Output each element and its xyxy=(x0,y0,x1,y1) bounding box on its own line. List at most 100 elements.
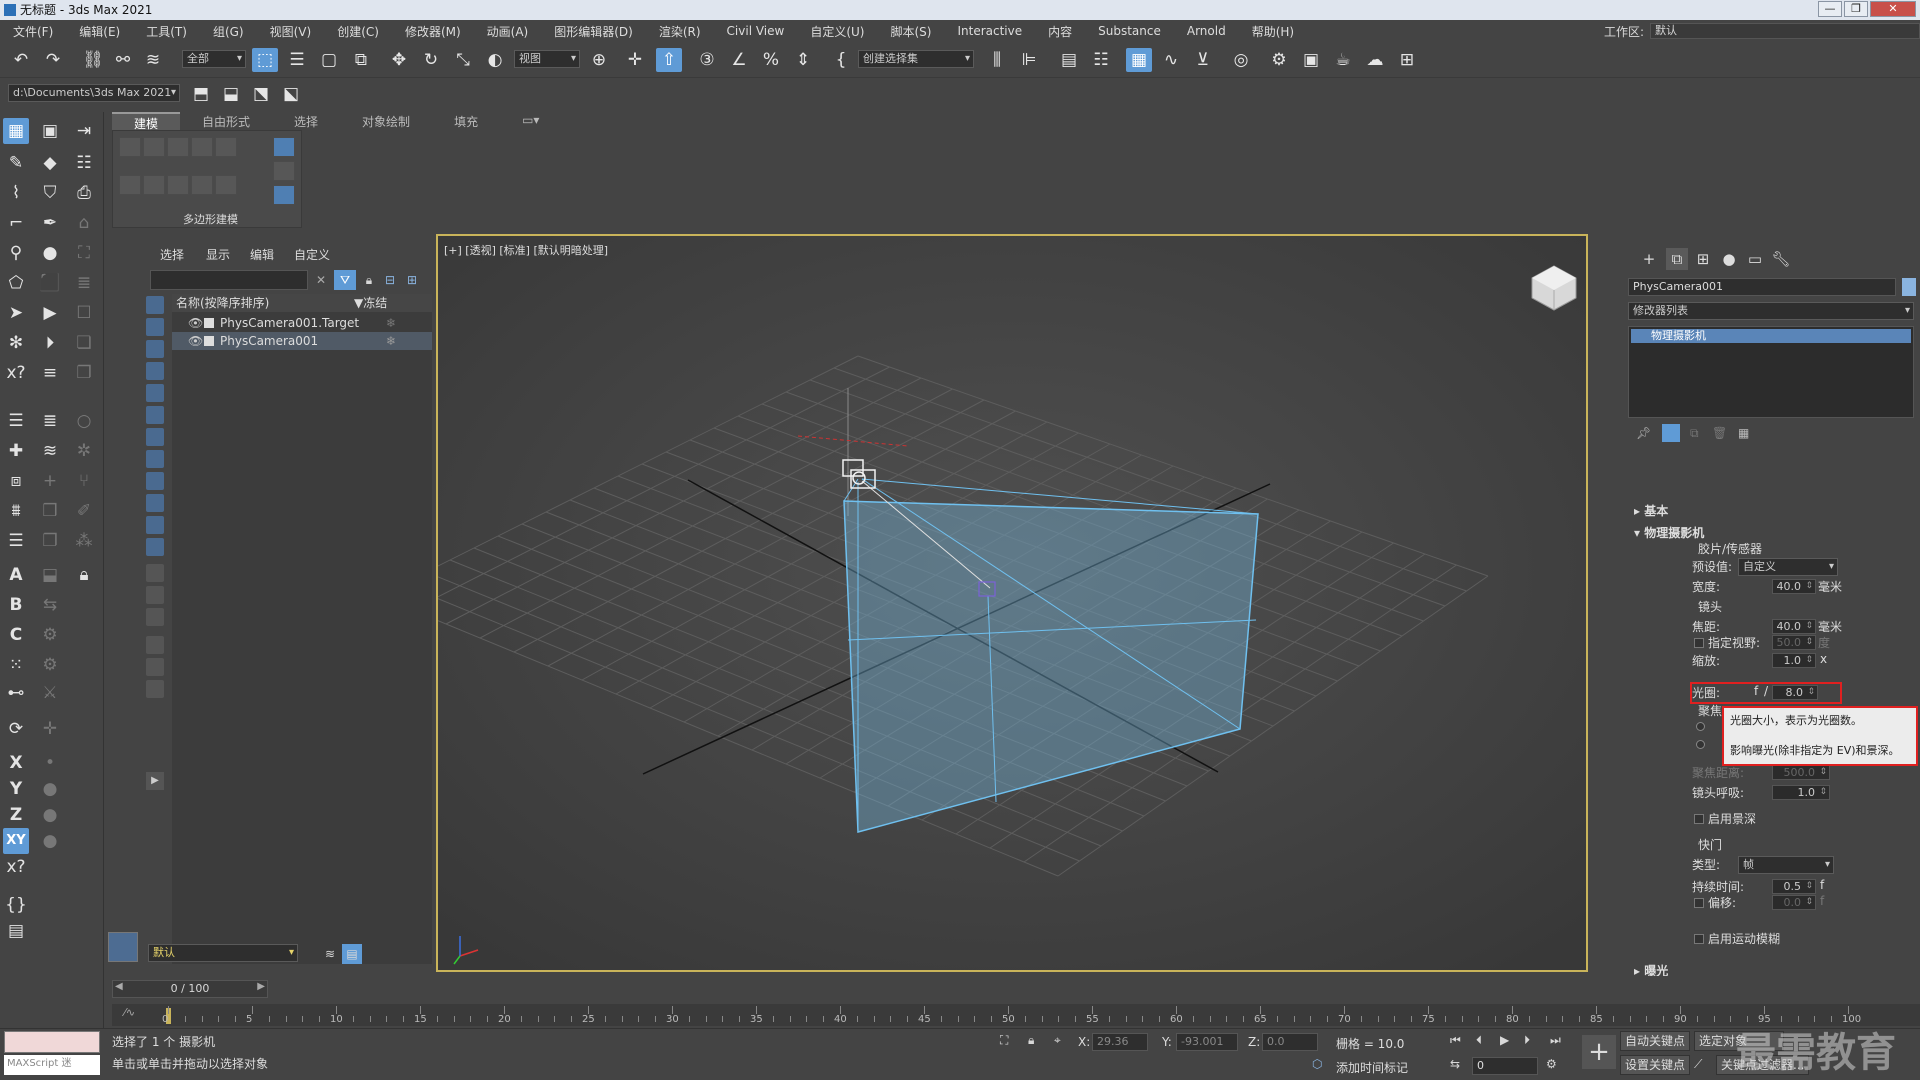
dot2-icon[interactable]: ● xyxy=(37,776,63,802)
curve-editor-mini-icon[interactable]: ⁄∿ xyxy=(124,1006,135,1019)
ribbon-tool-5[interactable] xyxy=(215,137,237,157)
column-frozen[interactable]: ▼冻结 xyxy=(354,294,387,312)
list-icon[interactable]: ☰ xyxy=(3,408,29,434)
fov-spinner[interactable]: 50.0 xyxy=(1772,635,1816,650)
menu-group[interactable]: 组(G) xyxy=(200,23,257,40)
pin-stack-icon[interactable]: 📌︎ xyxy=(1636,426,1651,440)
lock-layer-icon[interactable]: ⬓ xyxy=(37,562,63,588)
redo-icon[interactable]: ↷ xyxy=(40,48,66,72)
tool-icon[interactable]: ✐ xyxy=(71,498,97,524)
stack3-icon[interactable]: ≣ xyxy=(37,408,63,434)
object-name-field[interactable]: PhysCamera001 xyxy=(1628,278,1896,296)
set-key-button[interactable]: 设置关键点 xyxy=(1620,1055,1691,1075)
scene-row-camera[interactable]: 👁︎ PhysCamera001 ❄ xyxy=(172,332,432,350)
ribbon-tool-8[interactable] xyxy=(167,175,189,195)
make-unique-icon[interactable]: ⧉ xyxy=(1690,426,1699,441)
polygon-select-icon[interactable]: ⬠ xyxy=(3,270,29,296)
menu-customize[interactable]: 自定义(U) xyxy=(797,23,877,40)
ribbon-tool-3[interactable] xyxy=(167,137,189,157)
layer-color-swatch[interactable] xyxy=(108,932,138,962)
modify-tab-icon[interactable]: ⧉ xyxy=(1666,248,1688,270)
sphere-icon[interactable]: ● xyxy=(37,240,63,266)
menu-scripting[interactable]: 脚本(S) xyxy=(877,23,944,40)
project-save-icon[interactable]: ⬕ xyxy=(278,82,304,106)
project-path-dropdown[interactable]: d:\Documents\3ds Max 2021 xyxy=(8,84,180,102)
cube-icon[interactable]: ⬛ xyxy=(37,270,63,296)
specify-fov-checkbox[interactable] xyxy=(1694,638,1704,648)
maximize-button[interactable]: ❐ xyxy=(1844,1,1868,17)
cog-icon[interactable]: ✲ xyxy=(71,438,97,464)
measure-icon[interactable]: ⊷ xyxy=(3,680,29,706)
axis-xy-icon[interactable]: XY xyxy=(3,828,29,854)
hierarchy2-icon[interactable]: ⊞ xyxy=(402,270,422,290)
project-folder-icon[interactable]: ⬒ xyxy=(188,82,214,106)
filter-cameras-icon[interactable] xyxy=(146,362,164,380)
set-key-icon[interactable]: + xyxy=(1582,1035,1616,1069)
maxscript-input[interactable]: MAXScript 迷 xyxy=(4,1055,100,1075)
axis-y-icon[interactable]: Y xyxy=(3,776,29,802)
bind-spacewarp-icon[interactable]: ≋ xyxy=(140,48,166,72)
select-by-name-icon[interactable]: ☰ xyxy=(284,48,310,72)
time-config-icon[interactable]: ⚙ xyxy=(1546,1057,1557,1071)
play-animation-icon[interactable]: ▶ xyxy=(1500,1033,1509,1047)
undo-icon[interactable]: ↶ xyxy=(8,48,34,72)
display-none-icon[interactable] xyxy=(146,586,164,604)
remove-modifier-icon[interactable]: 🗑︎ xyxy=(1712,426,1727,440)
scale-icon[interactable]: ⤡ xyxy=(450,48,476,72)
configure-sets-icon[interactable]: ▦ xyxy=(1738,426,1749,440)
key-mode-toggle-icon[interactable]: ⇆ xyxy=(1450,1057,1460,1071)
render-setup-icon[interactable]: ⚙ xyxy=(1266,48,1292,72)
menu-views[interactable]: 视图(V) xyxy=(257,23,325,40)
time-tag-icon[interactable]: ⬡ xyxy=(1312,1057,1322,1071)
lens-breathing-spinner[interactable]: 1.0 xyxy=(1772,785,1830,800)
align-icon[interactable]: ⊫ xyxy=(1016,48,1042,72)
filter-spacewarps-icon[interactable] xyxy=(146,406,164,424)
lock-selection-icon[interactable]: 🔒︎ xyxy=(360,270,378,290)
width-spinner[interactable]: 40.0 xyxy=(1772,579,1816,594)
stack-icon[interactable]: ☷ xyxy=(71,150,97,176)
named-selection-dropdown[interactable]: 创建选择集 xyxy=(858,50,974,68)
copy-icon[interactable]: ❏ xyxy=(71,330,97,356)
ribbon-tool-7[interactable] xyxy=(143,175,165,195)
spinner-snap-icon[interactable]: ⇕ xyxy=(790,48,816,72)
next-frame-icon[interactable]: ▶ xyxy=(257,981,265,992)
offset-spinner[interactable]: 0.0 xyxy=(1772,895,1816,910)
hat-icon[interactable]: ⛉ xyxy=(37,180,63,206)
display-tab-icon[interactable]: ▭ xyxy=(1744,248,1766,270)
ribbon-tool-13[interactable] xyxy=(273,185,295,205)
media-icon[interactable]: ⏵ xyxy=(37,330,63,356)
scene-tab-customize[interactable]: 自定义 xyxy=(294,246,330,263)
orbit-icon[interactable]: ⟳ xyxy=(3,716,29,742)
minimize-button[interactable]: — xyxy=(1818,1,1842,17)
filter-groups-icon[interactable] xyxy=(146,428,164,446)
viewport-label[interactable]: [+] [透视] [标准] [默认明暗处理] xyxy=(444,242,608,258)
funnel-icon[interactable] xyxy=(146,636,164,654)
grid-snap-icon[interactable]: ⁙ xyxy=(3,652,29,678)
project-open-icon[interactable]: ⬓ xyxy=(218,82,244,106)
lasso-icon[interactable]: ⌇ xyxy=(3,180,29,206)
scene-tab-display[interactable]: 显示 xyxy=(206,246,230,263)
xform-icon[interactable]: x? xyxy=(3,360,29,386)
motion-blur-checkbox[interactable] xyxy=(1694,934,1704,944)
plus-icon[interactable]: + xyxy=(37,468,63,494)
ribbon-tool-1[interactable] xyxy=(119,137,141,157)
enable-dof-checkbox[interactable] xyxy=(1694,814,1704,824)
visibility-eye-icon[interactable]: 👁︎ xyxy=(188,314,203,332)
close-button[interactable]: ✕ xyxy=(1870,1,1916,17)
duration-spinner[interactable]: 0.5 xyxy=(1772,879,1816,894)
rotate-icon[interactable]: ↻ xyxy=(418,48,444,72)
display-all-icon[interactable] xyxy=(146,564,164,582)
tab-freeform[interactable]: 自由形式 xyxy=(180,112,272,130)
ribbon-toggle-icon[interactable]: ▦ xyxy=(1126,48,1152,72)
project-create-icon[interactable]: ⬔ xyxy=(248,82,274,106)
filter-xrefs-icon[interactable] xyxy=(146,450,164,468)
paint-select-icon[interactable]: ✎ xyxy=(3,150,29,176)
shutter-type-dropdown[interactable]: 帧 xyxy=(1738,856,1834,874)
filter-shapes-icon[interactable] xyxy=(146,318,164,336)
menu-content[interactable]: 内容 xyxy=(1035,23,1085,40)
nodes-icon[interactable]: ⁂ xyxy=(71,528,97,554)
plus2-icon[interactable]: ✛ xyxy=(37,716,63,742)
archive-icon[interactable]: ⌂ xyxy=(71,210,97,236)
scene-explorer-toggle-icon[interactable]: ▤ xyxy=(1056,48,1082,72)
layer-explorer-icon[interactable]: ☷ xyxy=(1088,48,1114,72)
